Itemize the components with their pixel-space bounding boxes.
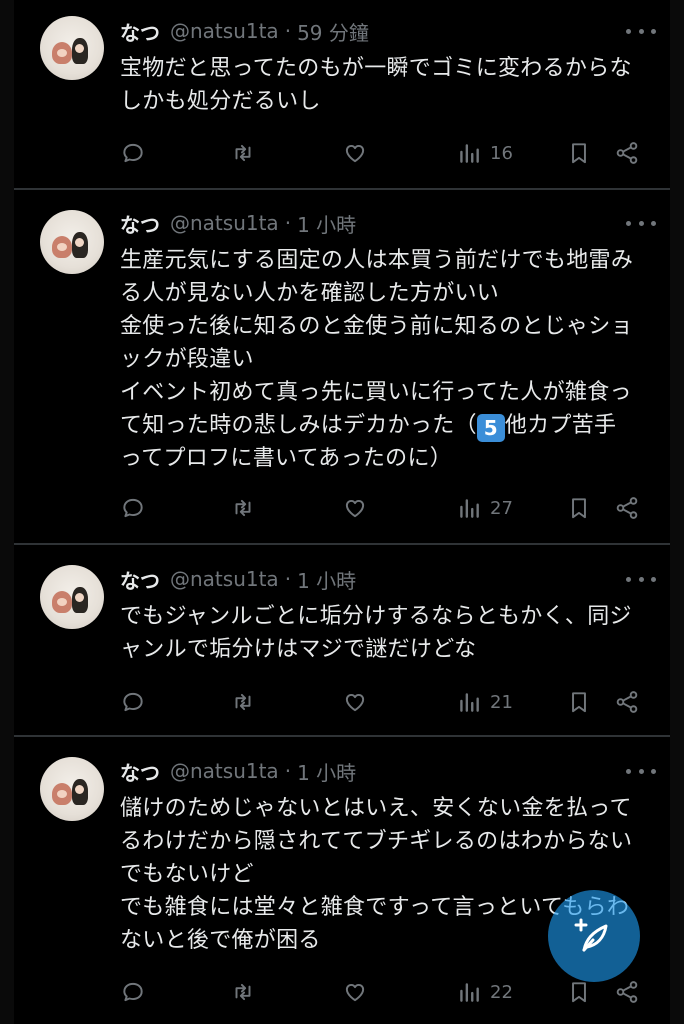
action-bar: 27 bbox=[120, 493, 656, 523]
reply-icon[interactable] bbox=[120, 977, 146, 1007]
tweet[interactable]: なつ @natsu1ta · 59 分鐘 宝物だと思ってたのもが一瞬でゴミに変わ… bbox=[14, 0, 670, 190]
heart-icon[interactable] bbox=[342, 138, 368, 168]
tweet-text: でもジャンルごとに垢分けするならともかく、同ジ ャンルで垢分けはマジで謎だけどな bbox=[120, 604, 632, 662]
reply-icon[interactable] bbox=[120, 687, 146, 717]
views-button[interactable]: 16 bbox=[456, 138, 513, 168]
avatar[interactable] bbox=[40, 210, 104, 274]
views-chart-icon bbox=[456, 140, 482, 166]
retweet-icon[interactable] bbox=[230, 138, 256, 168]
tweet-content: なつ @natsu1ta · 59 分鐘 宝物だと思ってたのもが一瞬でゴミに変わ… bbox=[120, 16, 656, 118]
app-frame: なつ @natsu1ta · 59 分鐘 宝物だと思ってたのもが一瞬でゴミに変わ… bbox=[0, 0, 684, 1024]
reply-icon[interactable] bbox=[120, 493, 146, 523]
share-icon[interactable] bbox=[614, 493, 640, 523]
more-dots-icon[interactable] bbox=[626, 212, 656, 234]
action-bar: 21 bbox=[120, 687, 656, 717]
separator-dot: · bbox=[284, 759, 292, 783]
tweet[interactable]: なつ @natsu1ta · 1 小時 儲けのためじゃないとはいえ、安くない金を… bbox=[14, 737, 670, 1024]
views-count: 16 bbox=[490, 142, 513, 164]
views-count: 27 bbox=[490, 497, 513, 519]
more-dots-icon[interactable] bbox=[626, 760, 656, 782]
views-chart-icon bbox=[456, 689, 482, 715]
tweet-header: なつ @natsu1ta · 1 小時 bbox=[120, 756, 656, 786]
separator-dot: · bbox=[284, 19, 292, 43]
more-dots-icon[interactable] bbox=[626, 568, 656, 590]
display-name[interactable]: なつ bbox=[120, 565, 160, 594]
tweet-text-part: 生産元気にする固定の人は本買う前だけでも地雷み る人が見ない人かを確認した方がい… bbox=[120, 248, 634, 438]
display-name[interactable]: なつ bbox=[120, 17, 160, 46]
action-bar: 22 bbox=[120, 977, 656, 1007]
share-icon[interactable] bbox=[614, 977, 640, 1007]
views-button[interactable]: 21 bbox=[456, 687, 513, 717]
tweet-text: 生産元気にする固定の人は本買う前だけでも地雷み る人が見ない人かを確認した方がい… bbox=[120, 244, 656, 475]
avatar[interactable] bbox=[40, 757, 104, 821]
heart-icon[interactable] bbox=[342, 687, 368, 717]
views-button[interactable]: 27 bbox=[456, 493, 513, 523]
action-bar: 16 bbox=[120, 138, 656, 168]
views-chart-icon bbox=[456, 495, 482, 521]
bookmark-icon[interactable] bbox=[566, 493, 592, 523]
timeline: なつ @natsu1ta · 59 分鐘 宝物だと思ってたのもが一瞬でゴミに変わ… bbox=[14, 0, 670, 1024]
heart-icon[interactable] bbox=[342, 493, 368, 523]
compose-post-icon bbox=[574, 918, 608, 952]
views-chart-icon bbox=[456, 979, 482, 1005]
keycap-five-emoji: 5 bbox=[476, 414, 505, 442]
retweet-icon[interactable] bbox=[230, 493, 256, 523]
display-name[interactable]: なつ bbox=[120, 209, 160, 238]
views-count: 21 bbox=[490, 691, 513, 713]
tweet-header: なつ @natsu1ta · 59 分鐘 bbox=[120, 16, 656, 46]
avatar[interactable] bbox=[40, 565, 104, 629]
views-count: 22 bbox=[490, 981, 513, 1003]
separator-dot: · bbox=[284, 567, 292, 591]
views-button[interactable]: 22 bbox=[456, 977, 513, 1007]
retweet-icon[interactable] bbox=[230, 687, 256, 717]
timestamp[interactable]: 1 小時 bbox=[297, 565, 356, 594]
timestamp[interactable]: 1 小時 bbox=[297, 209, 356, 238]
reply-icon[interactable] bbox=[120, 138, 146, 168]
share-icon[interactable] bbox=[614, 138, 640, 168]
user-handle[interactable]: @natsu1ta bbox=[170, 759, 279, 783]
user-handle[interactable]: @natsu1ta bbox=[170, 211, 279, 235]
bookmark-icon[interactable] bbox=[566, 138, 592, 168]
separator-dot: · bbox=[284, 211, 292, 235]
timestamp[interactable]: 59 分鐘 bbox=[297, 17, 369, 46]
tweet[interactable]: なつ @natsu1ta · 1 小時 でもジャンルごとに垢分けするならともかく… bbox=[14, 545, 670, 737]
display-name[interactable]: なつ bbox=[120, 757, 160, 786]
heart-icon[interactable] bbox=[342, 977, 368, 1007]
compose-post-button[interactable] bbox=[548, 890, 640, 982]
tweet-content: なつ @natsu1ta · 1 小時 生産元気にする固定の人は本買う前だけでも… bbox=[120, 208, 656, 475]
tweet[interactable]: なつ @natsu1ta · 1 小時 生産元気にする固定の人は本買う前だけでも… bbox=[14, 190, 670, 545]
tweet-header: なつ @natsu1ta · 1 小時 bbox=[120, 208, 656, 238]
timestamp[interactable]: 1 小時 bbox=[297, 757, 356, 786]
retweet-icon[interactable] bbox=[230, 977, 256, 1007]
bookmark-icon[interactable] bbox=[566, 687, 592, 717]
user-handle[interactable]: @natsu1ta bbox=[170, 19, 279, 43]
avatar[interactable] bbox=[40, 16, 104, 80]
tweet-header: なつ @natsu1ta · 1 小時 bbox=[120, 564, 656, 594]
more-dots-icon[interactable] bbox=[626, 20, 656, 42]
tweet-text: 宝物だと思ってたのもが一瞬でゴミに変わるからな しかも処分だるいし bbox=[120, 56, 632, 114]
share-icon[interactable] bbox=[614, 687, 640, 717]
tweet-content: なつ @natsu1ta · 1 小時 でもジャンルごとに垢分けするならともかく… bbox=[120, 564, 656, 666]
user-handle[interactable]: @natsu1ta bbox=[170, 567, 279, 591]
